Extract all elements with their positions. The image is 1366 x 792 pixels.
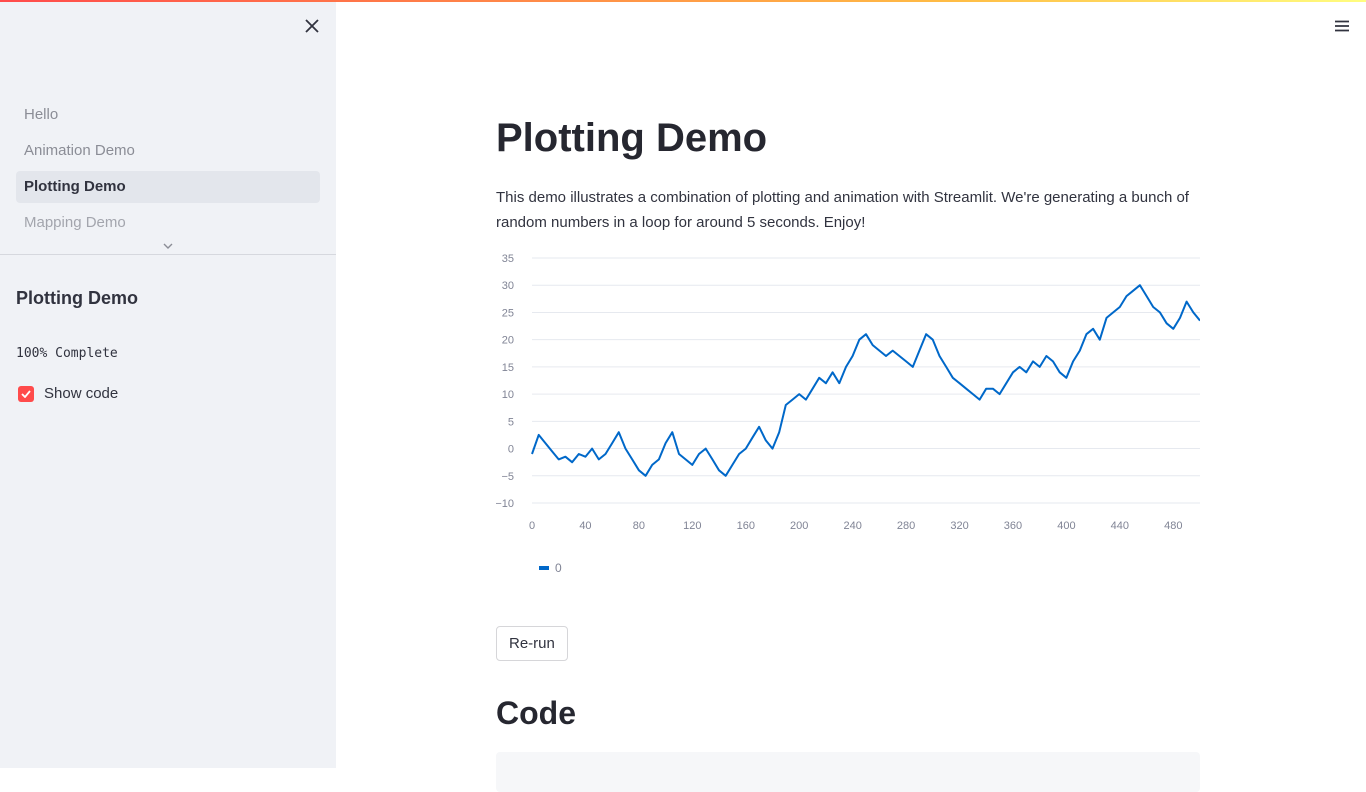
rerun-button[interactable]: Re-run: [496, 626, 568, 661]
x-tick-label: 360: [1004, 520, 1022, 532]
x-tick-label: 280: [897, 520, 915, 532]
x-tick-label: 40: [579, 520, 591, 532]
sidebar-item-mapping-demo[interactable]: Mapping Demo: [16, 207, 320, 239]
close-sidebar-button[interactable]: [300, 14, 324, 38]
y-tick-label: −5: [501, 471, 514, 483]
expand-nav-button[interactable]: [160, 239, 176, 253]
y-tick-label: −10: [496, 498, 514, 510]
x-tick-label: 480: [1164, 520, 1182, 532]
checkbox-box[interactable]: [18, 385, 34, 402]
y-tick-label: 35: [502, 253, 514, 265]
sidebar: Hello Animation Demo Plotting Demo Mappi…: [0, 0, 336, 768]
sidebar-item-hello[interactable]: Hello: [16, 99, 320, 131]
show-code-checkbox[interactable]: Show code: [18, 385, 118, 402]
x-tick-label: 120: [683, 520, 701, 532]
sidebar-nav: Hello Animation Demo Plotting Demo Mappi…: [16, 99, 320, 243]
code-heading: Code: [496, 695, 576, 731]
sidebar-title: Plotting Demo: [16, 288, 138, 308]
y-tick-label: 5: [508, 416, 514, 428]
top-accent-bar: [0, 0, 1366, 2]
x-tick-label: 160: [737, 520, 755, 532]
chevron-down-icon: [163, 243, 173, 249]
main-menu-button[interactable]: [1330, 14, 1354, 38]
show-code-label: Show code: [44, 385, 119, 402]
code-block: [496, 752, 1200, 792]
page-description: This demo illustrates a combination of p…: [496, 189, 1189, 231]
x-tick-label: 240: [843, 520, 861, 532]
close-icon: [305, 19, 319, 33]
nav-divider: [0, 254, 336, 255]
y-tick-label: 0: [508, 444, 514, 456]
line-chart: −10 −5 0 5 10 15 20 25 30 35 0 40 80 120 160 200 240 280 3…: [496, 253, 1200, 575]
legend-label: 0: [555, 561, 562, 575]
hamburger-menu-icon: [1335, 20, 1349, 32]
x-tick-label: 320: [950, 520, 968, 532]
y-tick-label: 10: [502, 389, 514, 401]
series-line: [531, 284, 1200, 477]
x-tick-label: 0: [529, 520, 535, 532]
check-icon: [21, 389, 31, 398]
x-tick-label: 200: [790, 520, 808, 532]
y-tick-label: 15: [502, 362, 514, 374]
page-title: Plotting Demo: [496, 116, 768, 160]
x-tick-label: 80: [633, 520, 645, 532]
sidebar-item-animation-demo[interactable]: Animation Demo: [16, 135, 320, 167]
y-tick-label: 25: [502, 307, 514, 319]
legend-swatch: [539, 566, 549, 570]
x-tick-label: 400: [1057, 520, 1075, 532]
sidebar-item-plotting-demo[interactable]: Plotting Demo: [16, 171, 320, 203]
y-tick-label: 30: [502, 280, 514, 292]
y-tick-label: 20: [502, 335, 514, 347]
x-tick-label: 440: [1111, 520, 1129, 532]
progress-text: 100% Complete: [16, 346, 118, 361]
